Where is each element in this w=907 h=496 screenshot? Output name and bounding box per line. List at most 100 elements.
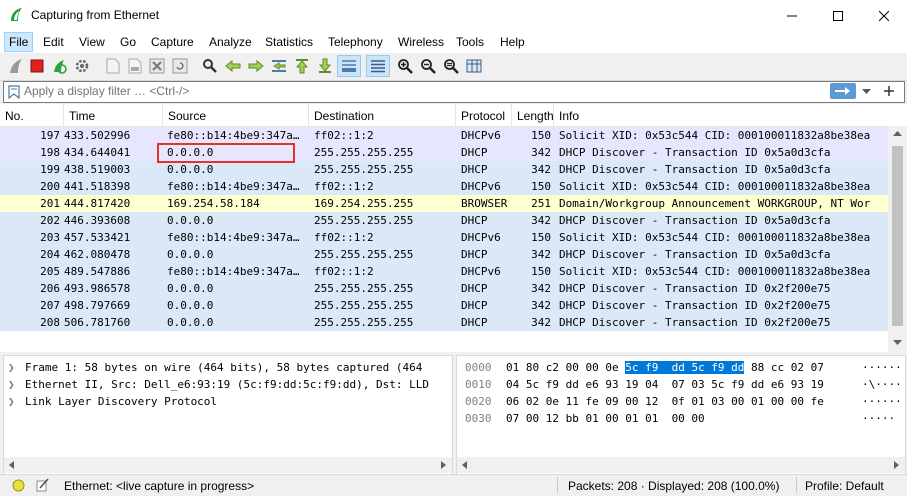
autoscroll-button[interactable]: [337, 55, 361, 77]
packet-row[interactable]: 197 433.502996 fe80::b14:4be9:347a… ff02::1…: [0, 127, 888, 144]
menu-go[interactable]: Go: [120, 35, 136, 49]
menu-file[interactable]: File: [4, 32, 34, 52]
open-file-button[interactable]: [104, 57, 122, 75]
packet-row[interactable]: 204 462.080478 0.0.0.0 255.255.255.255 DHCP 3…: [0, 246, 888, 263]
packet-row[interactable]: 200 441.518398 fe80::b14:4be9:347a… ff02::1…: [0, 178, 888, 195]
scrollbar-thumb[interactable]: [892, 146, 903, 326]
details-horizontal-scrollbar[interactable]: [4, 457, 452, 473]
expand-arrow-icon[interactable]: ❯: [8, 376, 15, 393]
packet-row[interactable]: 199 438.519003 0.0.0.0 255.255.255.255 DHCP 3…: [0, 161, 888, 178]
expand-arrow-icon[interactable]: ❯: [8, 359, 15, 376]
menu-wireless[interactable]: Wireless: [398, 35, 444, 49]
menu-capture[interactable]: Capture: [151, 35, 194, 49]
cell-no: 200: [40, 180, 60, 193]
cell-protocol: BROWSER: [461, 197, 508, 210]
scroll-left-arrow-icon: [9, 461, 14, 469]
capture-options-button[interactable]: [73, 57, 91, 75]
menu-help[interactable]: Help: [500, 35, 525, 49]
add-filter-button-button[interactable]: [880, 82, 898, 100]
minimize-button[interactable]: [769, 0, 815, 31]
packet-row[interactable]: 201 444.817420 169.254.58.184 169.254.255.2…: [0, 195, 888, 212]
menu-tools[interactable]: Tools: [456, 35, 484, 49]
go-back-button[interactable]: [224, 57, 242, 75]
stop-capture-button[interactable]: [28, 57, 46, 75]
maximize-button[interactable]: [815, 0, 861, 31]
hex-bytes[interactable]: 04 5c f9 dd e6 93 19 04 07 03 5c f9 dd e…: [506, 376, 824, 393]
restart-capture-button[interactable]: [50, 57, 68, 75]
zoom-out-button[interactable]: [419, 57, 437, 75]
packet-row[interactable]: 203 457.533421 fe80::b14:4be9:347a… ff02::1…: [0, 229, 888, 246]
go-to-packet-button[interactable]: [270, 57, 288, 75]
menu-view[interactable]: View: [79, 35, 105, 49]
hex-ascii[interactable]: ·\····: [862, 376, 902, 393]
profile-text[interactable]: Profile: Default: [805, 479, 884, 493]
packet-list-scrollbar[interactable]: [888, 126, 907, 352]
packet-details-pane: ❯ Frame 1: 58 bytes on wire (464 bits), …: [3, 355, 453, 475]
packet-row[interactable]: 208 506.781760 0.0.0.0 255.255.255.255 DHCP 3…: [0, 314, 888, 331]
menu-statistics[interactable]: Statistics: [265, 35, 313, 49]
hex-bytes-text: 04 5c f9 dd e6 93 19 04 07 03 5c f9 dd e…: [506, 378, 824, 391]
cell-info: Solicit XID: 0x53c544 CID: 000100011832a…: [559, 265, 871, 278]
display-filter-input[interactable]: [24, 82, 804, 100]
start-capture-button[interactable]: [7, 57, 25, 75]
cell-length: 342: [531, 282, 551, 295]
colorize-button[interactable]: [366, 55, 390, 77]
column-header-source[interactable]: Source: [163, 104, 309, 126]
packet-row[interactable]: 202 446.393608 0.0.0.0 255.255.255.255 DHCP 3…: [0, 212, 888, 229]
packet-row[interactable]: 207 498.797669 0.0.0.0 255.255.255.255 DHCP 3…: [0, 297, 888, 314]
column-header-no[interactable]: No.: [0, 104, 64, 126]
close-file-button[interactable]: [148, 57, 166, 75]
hex-bytes-text: 06 02 0e 11 fe 09 00 12 0f 01 03 00 01 0…: [506, 395, 824, 408]
cell-info: DHCP Discover - Transaction ID 0x5a0d3cf…: [559, 248, 831, 261]
cell-destination: ff02::1:2: [314, 129, 374, 142]
menu-edit[interactable]: Edit: [43, 35, 64, 49]
detail-row-lldp[interactable]: ❯ Link Layer Discovery Protocol: [4, 393, 452, 410]
close-button[interactable]: [861, 0, 907, 31]
go-forward-button[interactable]: [247, 57, 265, 75]
hex-selected-bytes[interactable]: 5c f9 dd 5c f9 dd: [625, 361, 745, 374]
zoom-out-icon: [421, 59, 436, 74]
bookmark-icon[interactable]: [8, 85, 20, 99]
menu-analyze[interactable]: Analyze: [209, 35, 252, 49]
zoom-in-button[interactable]: [396, 57, 414, 75]
expand-arrow-icon[interactable]: ❯: [8, 393, 15, 410]
expert-info-icon[interactable]: [12, 479, 25, 492]
cell-time: 438.519003: [64, 163, 131, 176]
apply-filter-button[interactable]: [830, 83, 856, 99]
column-header-protocol[interactable]: Protocol: [456, 104, 512, 126]
first-packet-button[interactable]: [293, 57, 311, 75]
hex-ascii[interactable]: ······: [862, 359, 902, 376]
resize-columns-button[interactable]: [465, 57, 483, 75]
detail-row-frame[interactable]: ❯ Frame 1: 58 bytes on wire (464 bits), …: [4, 359, 452, 376]
gear-icon: [75, 59, 89, 73]
filter-history-dropdown[interactable]: [859, 83, 875, 99]
column-header-info[interactable]: Info: [554, 104, 907, 126]
packet-row[interactable]: 198 434.644041 0.0.0.0 255.255.255.255 DHCP 3…: [0, 144, 888, 161]
zoom-reset-button[interactable]: [442, 57, 460, 75]
find-packet-button[interactable]: [201, 57, 219, 75]
detail-row-ethernet[interactable]: ❯ Ethernet II, Src: Dell_e6:93:19 (5c:f9…: [4, 376, 452, 393]
search-icon: [203, 59, 217, 73]
maximize-icon: [833, 10, 843, 21]
packet-list-header: No. Time Source Destination Protocol Len…: [0, 104, 907, 127]
hex-bytes[interactable]: 07 00 12 bb 01 00 01 01 00 00: [506, 410, 705, 427]
hex-ascii[interactable]: ······: [862, 393, 902, 410]
last-packet-button[interactable]: [316, 57, 334, 75]
reload-file-button[interactable]: [171, 57, 189, 75]
arrow-down-icon: [318, 58, 332, 73]
cell-time: 506.781760: [64, 316, 131, 329]
save-file-button[interactable]: [126, 57, 144, 75]
cell-protocol: DHCPv6: [461, 180, 501, 193]
hex-bytes[interactable]: 01 80 c2 00 00 0e 5c f9 dd 5c f9 dd 88 c…: [506, 359, 824, 376]
cell-length: 342: [531, 299, 551, 312]
bytes-horizontal-scrollbar[interactable]: [457, 457, 905, 473]
hex-ascii[interactable]: ·····: [862, 410, 895, 427]
hex-bytes[interactable]: 06 02 0e 11 fe 09 00 12 0f 01 03 00 01 0…: [506, 393, 824, 410]
column-header-destination[interactable]: Destination: [309, 104, 456, 126]
packet-row[interactable]: 205 489.547886 fe80::b14:4be9:347a… ff02::1…: [0, 263, 888, 280]
menu-telephony[interactable]: Telephony: [328, 35, 383, 49]
column-header-length[interactable]: Length: [512, 104, 554, 126]
capture-comment-icon[interactable]: [35, 478, 49, 492]
column-header-time[interactable]: Time: [64, 104, 163, 126]
packet-row[interactable]: 206 493.986578 0.0.0.0 255.255.255.255 DHCP 3…: [0, 280, 888, 297]
